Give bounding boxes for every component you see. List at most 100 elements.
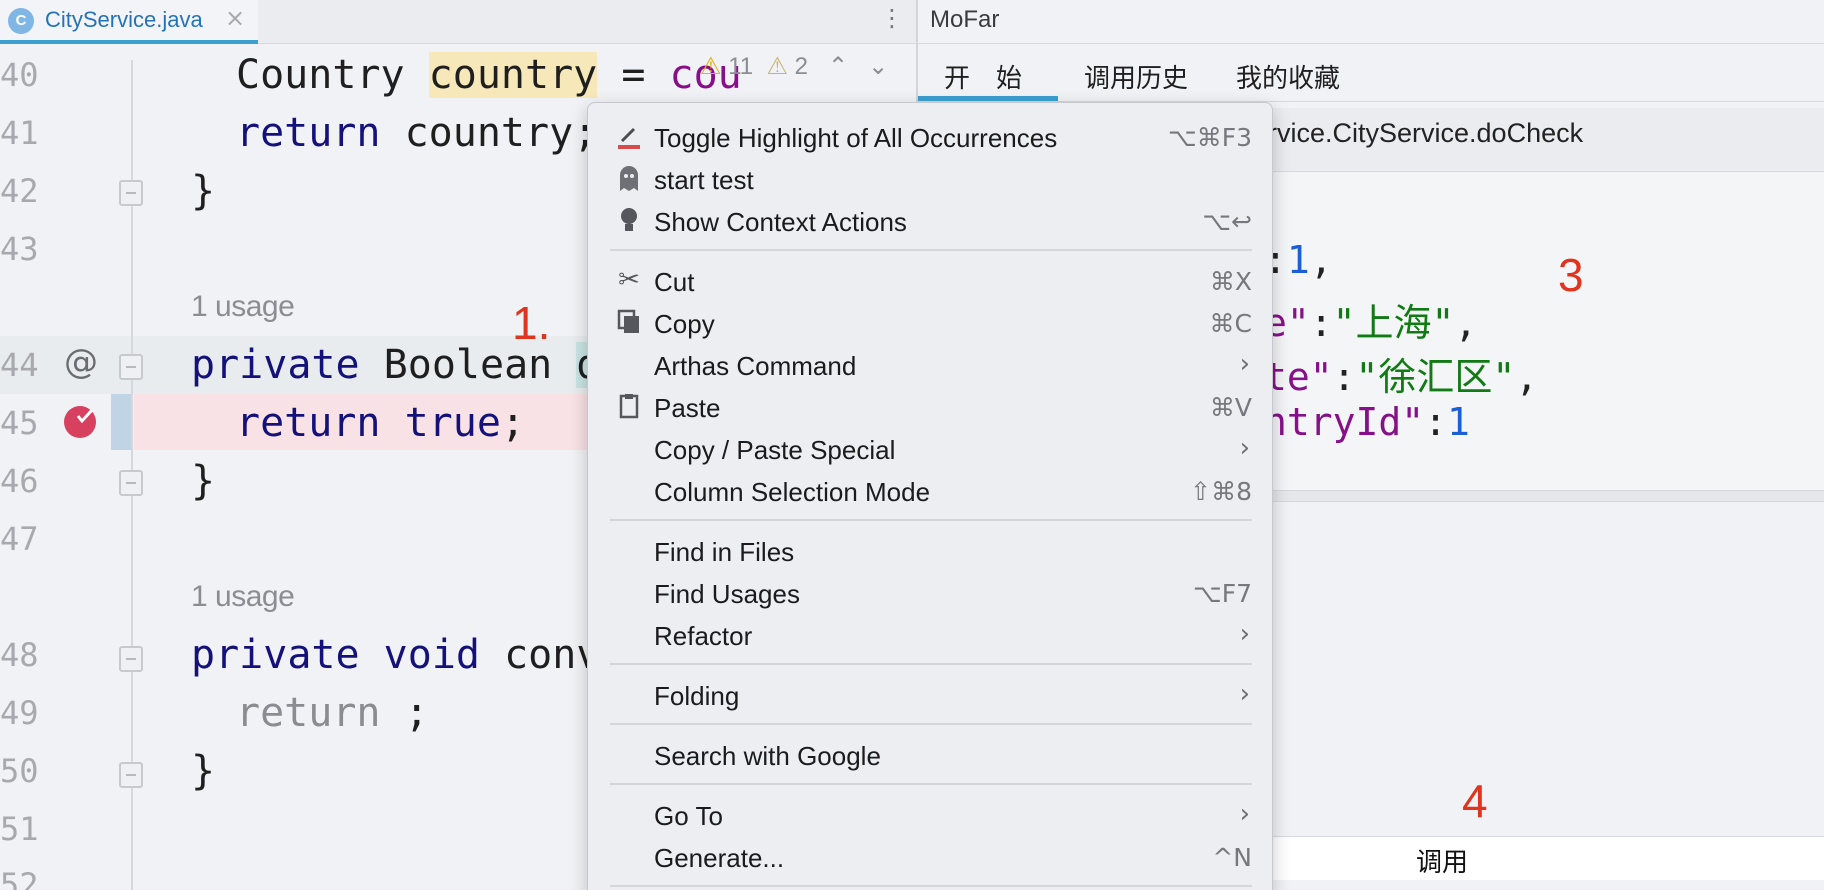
error-count: 11 — [728, 53, 754, 80]
lightbulb-icon — [614, 205, 644, 237]
usage-hint[interactable]: 1 usage — [191, 580, 295, 614]
menu-copy[interactable]: Copy ⌘C — [588, 303, 1274, 345]
menu-label: Search with Google — [654, 741, 881, 771]
menu-copy-paste-special[interactable]: Copy / Paste Special › — [588, 429, 1274, 471]
menu-folding[interactable]: Folding › — [588, 675, 1274, 717]
editor-context-menu: Toggle Highlight of All Occurrences ⌥⌘F3… — [587, 102, 1273, 890]
line-number: 44 — [0, 346, 39, 384]
submenu-arrow-icon: › — [1239, 619, 1250, 649]
menu-find-in-files[interactable]: Find in Files — [588, 531, 1274, 573]
tab-start[interactable]: 开 始 — [944, 58, 1022, 95]
fold-marker-icon[interactable] — [119, 470, 143, 496]
code-token: country; — [380, 110, 598, 156]
menu-shortcut: ⌘C — [1209, 309, 1252, 338]
menu-label: Generate... — [654, 843, 785, 873]
menu-separator — [610, 885, 1252, 887]
line-number: 48 — [0, 636, 39, 674]
tab-history[interactable]: 调用历史 — [1084, 58, 1188, 95]
line-number: 40 — [0, 56, 39, 94]
code-line-46[interactable]: } — [191, 458, 215, 504]
submenu-arrow-icon: › — [1239, 679, 1250, 709]
json-line: e":"上海", — [1264, 292, 1477, 347]
error-warning-icon: ⚠ — [700, 53, 722, 80]
keyword: return — [236, 110, 381, 156]
menu-go-to[interactable]: Go To › — [588, 795, 1274, 837]
json-comma: , — [1515, 355, 1539, 399]
menu-shortcut: ⌘V — [1209, 393, 1252, 422]
code-line-40[interactable]: Country country = cou — [236, 52, 742, 98]
code-line-42[interactable]: } — [191, 168, 215, 214]
menu-search-with-google[interactable]: Search with Google — [588, 735, 1274, 777]
json-comma: , — [1309, 238, 1333, 282]
menu-label: Find Usages — [654, 579, 800, 609]
json-key: te" — [1264, 355, 1333, 399]
highlighted-variable: country — [428, 52, 598, 98]
menu-show-context-actions[interactable]: Show Context Actions ⌥↩ — [588, 201, 1274, 243]
line-number: 51 — [0, 810, 39, 848]
code-line-49[interactable]: return ; — [236, 690, 429, 736]
fold-marker-icon[interactable] — [119, 762, 143, 788]
invoke-button[interactable] — [1270, 836, 1824, 880]
menu-shortcut: ⌥⌘F3 — [1167, 123, 1252, 152]
json-line: te":"徐汇区", — [1264, 346, 1538, 401]
tab-favorites[interactable]: 我的收藏 — [1236, 58, 1340, 95]
submenu-arrow-icon: › — [1239, 433, 1250, 463]
menu-shortcut: ^N — [1212, 843, 1252, 872]
line-number: 49 — [0, 694, 39, 732]
json-line: :1, — [1264, 238, 1333, 282]
code-line-48[interactable]: private void conve — [191, 632, 625, 678]
menu-refactor[interactable]: Refactor › — [588, 615, 1274, 657]
line-number: 47 — [0, 520, 39, 558]
menu-column-selection-mode[interactable]: Column Selection Mode ⇧⌘8 — [588, 471, 1274, 513]
line-number: 43 — [0, 230, 39, 268]
menu-label: Find in Files — [654, 537, 795, 567]
fold-marker-icon[interactable] — [119, 180, 143, 206]
json-colon: : — [1309, 301, 1333, 345]
editor-tab-bar: C CityService.java × ⋮ — [0, 0, 916, 44]
code-line-41[interactable]: return country; — [236, 110, 597, 156]
annotation-1: 1. — [512, 297, 551, 349]
close-tab-icon[interactable]: × — [225, 4, 245, 32]
json-string: "徐汇区" — [1355, 355, 1516, 399]
code-line-44[interactable]: private Boolean do — [191, 342, 625, 388]
line-number: 52 — [0, 866, 39, 890]
scissors-icon: ✂ — [618, 265, 640, 295]
next-highlight-icon[interactable]: ⌄ — [868, 53, 888, 80]
menu-find-usages[interactable]: Find Usages ⌥F7 — [588, 573, 1274, 615]
inspection-widget[interactable]: ⚠ 11 ⚠ 2 ⌃ ⌄ — [700, 52, 888, 81]
json-number: 1 — [1447, 400, 1470, 444]
menu-cut[interactable]: ✂ Cut ⌘X — [588, 261, 1274, 303]
weak-warning-icon: ⚠ — [766, 53, 788, 80]
fold-marker-icon[interactable] — [119, 354, 143, 380]
code-line-50[interactable]: } — [191, 748, 215, 794]
fold-marker-icon[interactable] — [119, 646, 143, 672]
menu-generate[interactable]: Generate... ^N — [588, 837, 1274, 879]
menu-toggle-highlight[interactable]: Toggle Highlight of All Occurrences ⌥⌘F3 — [588, 117, 1274, 159]
previous-highlight-icon[interactable]: ⌃ — [828, 53, 848, 80]
menu-label: Column Selection Mode — [654, 477, 931, 507]
tab-cityservice-java[interactable]: C CityService.java × — [0, 0, 258, 44]
code-line-45[interactable]: return true; — [236, 400, 525, 446]
clipboard-icon — [614, 391, 644, 423]
line-number: 42 — [0, 172, 39, 210]
json-number: 1 — [1286, 238, 1310, 282]
override-at-icon[interactable]: @ — [64, 342, 98, 382]
active-tab-indicator — [918, 96, 1058, 101]
line-number: 46 — [0, 462, 39, 500]
menu-paste[interactable]: Paste ⌘V — [588, 387, 1274, 429]
method-signature: rvice.CityService.doCheck — [1268, 118, 1584, 148]
mofar-title-bar: MoFar — [918, 0, 1824, 44]
menu-shortcut: ⌥↩ — [1202, 207, 1252, 236]
submenu-arrow-icon: › — [1239, 799, 1250, 829]
menu-start-test[interactable]: start test — [588, 159, 1274, 201]
menu-label: Folding — [654, 681, 740, 711]
menu-shortcut: ⇧⌘8 — [1190, 477, 1252, 506]
more-options-icon[interactable]: ⋮ — [880, 4, 904, 32]
usage-hint[interactable]: 1 usage — [191, 290, 295, 324]
json-key: ntryId" — [1264, 400, 1425, 444]
line-number: 41 — [0, 114, 39, 152]
menu-arthas-command[interactable]: Arthas Command › — [588, 345, 1274, 387]
breakpoint-icon[interactable] — [64, 406, 96, 438]
submenu-arrow-icon: › — [1239, 349, 1250, 379]
